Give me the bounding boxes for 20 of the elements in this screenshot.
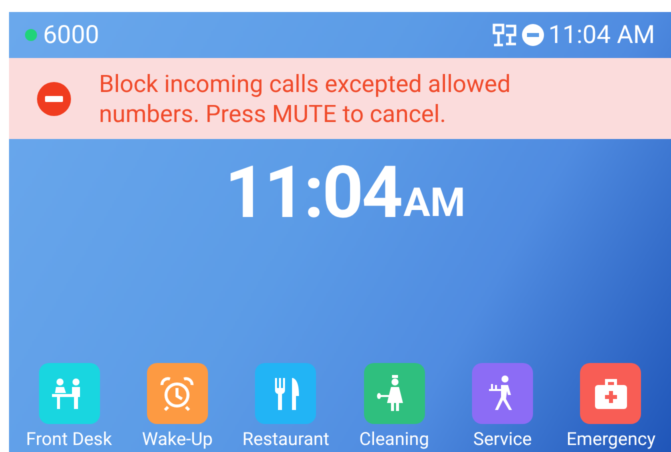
app-label: Front Desk bbox=[26, 430, 112, 450]
network-icon bbox=[492, 23, 518, 47]
app-label: Service bbox=[473, 430, 532, 450]
clock-time: 11:04 bbox=[224, 157, 402, 229]
app-shortcut[interactable]: Emergency bbox=[558, 363, 663, 450]
app-label: Cleaning bbox=[359, 430, 430, 450]
status-time: 11:04 AM bbox=[548, 22, 655, 48]
app-shortcut[interactable]: Cleaning bbox=[342, 363, 446, 450]
app-shortcut[interactable]: Front Desk bbox=[17, 363, 121, 450]
app-shortcut[interactable]: Service bbox=[450, 363, 555, 450]
app-shortcut[interactable]: Restaurant bbox=[234, 363, 338, 450]
app-shortcut[interactable]: Wake-Up bbox=[125, 363, 230, 450]
clock-meridiem: AM bbox=[403, 183, 466, 223]
app-label: Restaurant bbox=[242, 430, 330, 450]
notification-message: Block incoming calls excepted allowed numbers. Press MUTE to cancel. bbox=[99, 68, 512, 128]
account-number: 6000 bbox=[43, 22, 100, 48]
app-label: Emergency bbox=[566, 430, 656, 450]
blocked-icon bbox=[37, 82, 71, 116]
app-label: Wake-Up bbox=[142, 430, 213, 450]
do-not-disturb-icon bbox=[522, 24, 544, 46]
